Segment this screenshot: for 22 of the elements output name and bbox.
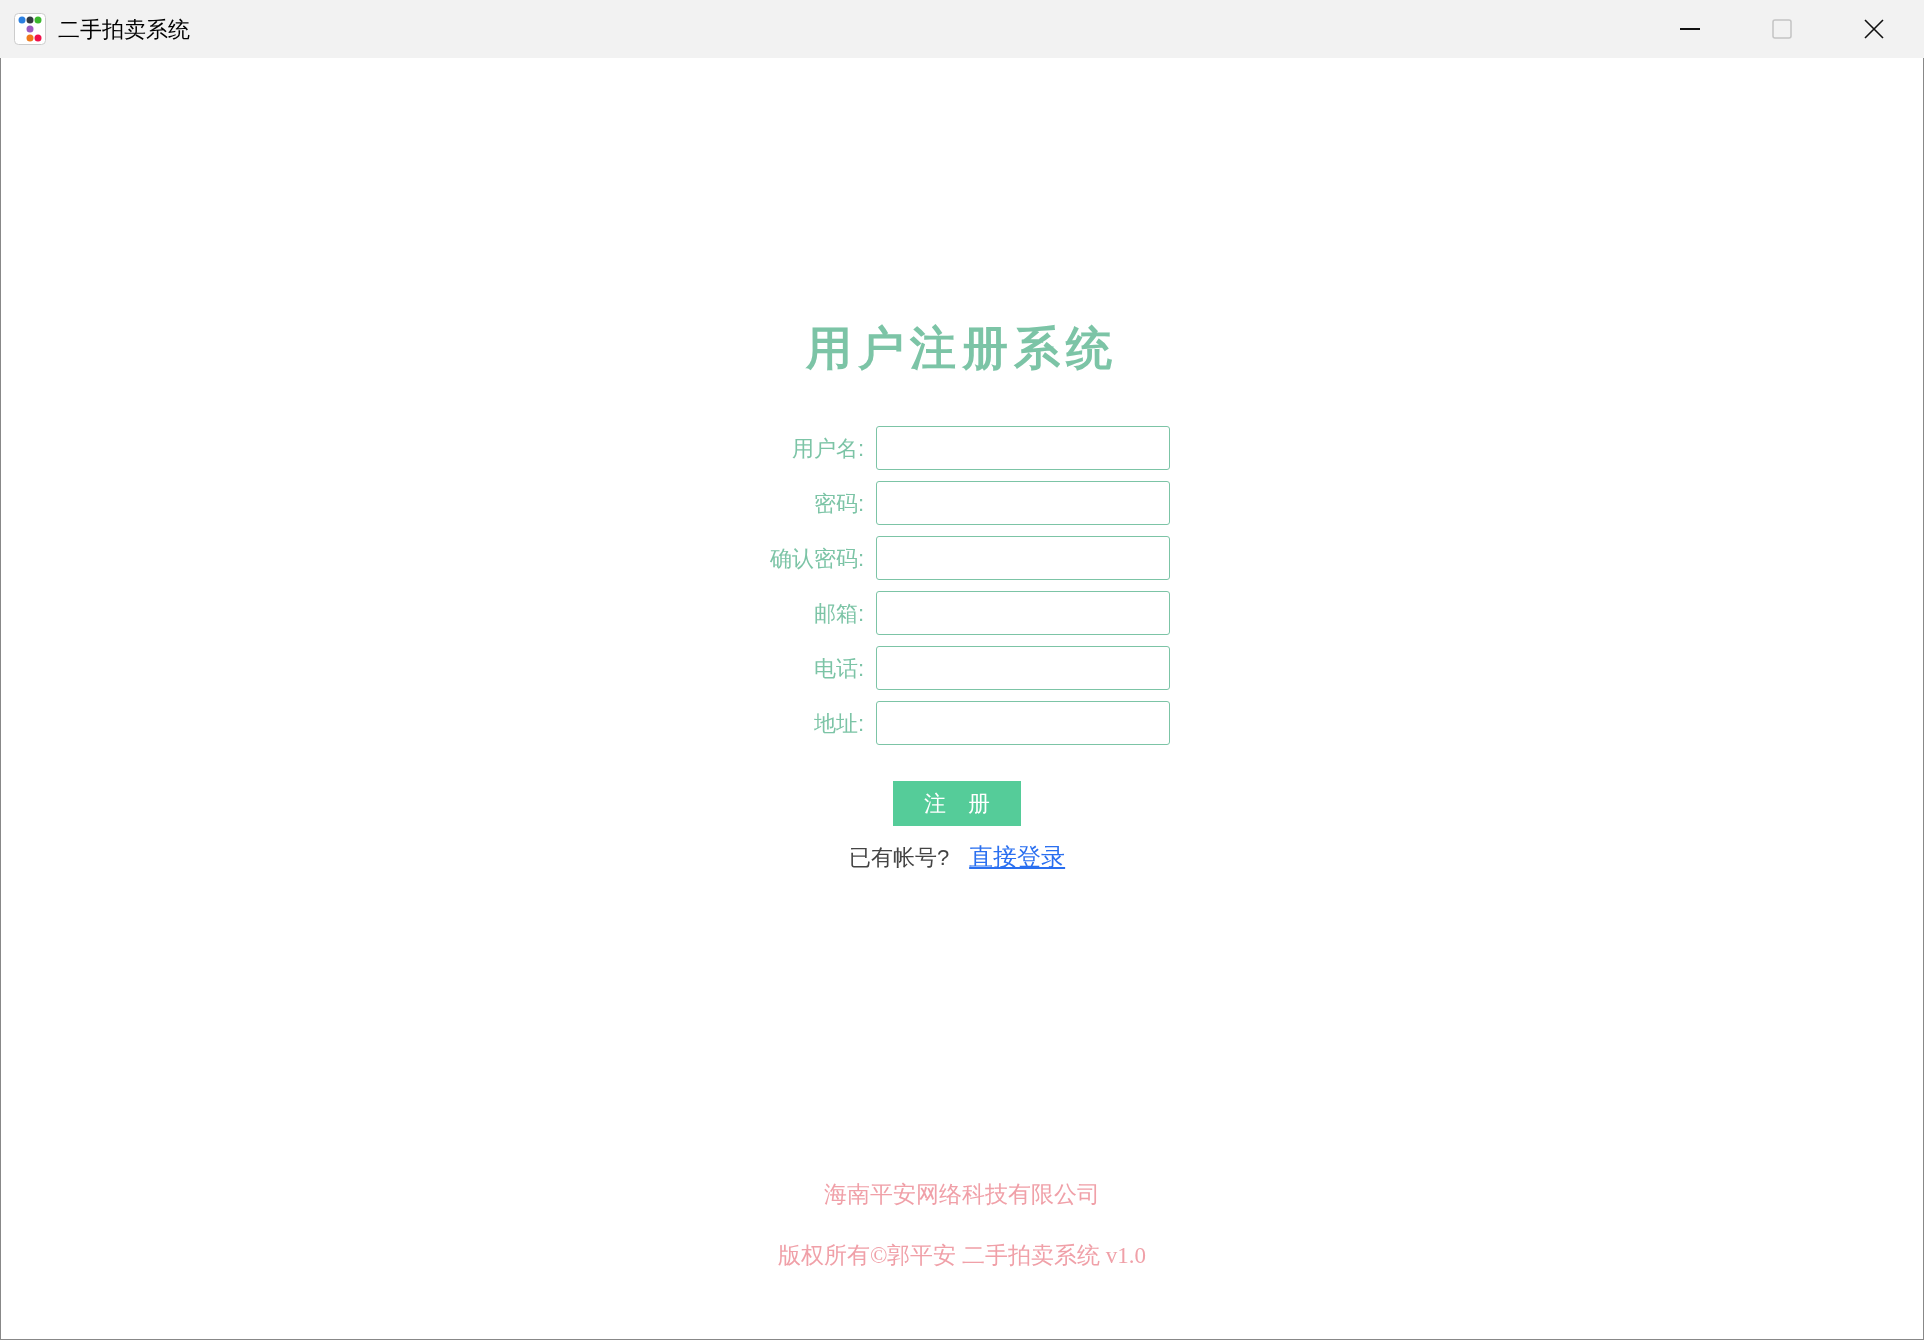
input-field[interactable] bbox=[876, 426, 1170, 470]
input-field[interactable] bbox=[876, 591, 1170, 635]
login-prompt: 已有帐号? bbox=[848, 843, 950, 872]
footer-text: 版权所有©郭平安 二手拍卖系统 v1.0 bbox=[777, 1241, 1147, 1270]
input-field[interactable] bbox=[876, 701, 1170, 745]
input-field[interactable] bbox=[876, 646, 1170, 690]
field-label: 邮箱: bbox=[812, 599, 864, 628]
field-label: 电话: bbox=[812, 654, 864, 683]
minimize-icon bbox=[1680, 28, 1700, 30]
field-label: 密码: bbox=[812, 489, 864, 518]
close-icon bbox=[1864, 19, 1884, 39]
window-title: 二手拍卖系统 bbox=[58, 15, 190, 44]
app-logo-icon bbox=[14, 13, 46, 45]
field-label: 地址: bbox=[812, 709, 864, 738]
input-field[interactable] bbox=[876, 536, 1170, 580]
field-label: 确认密码: bbox=[768, 544, 864, 573]
login-link[interactable]: 直接登录 bbox=[969, 839, 1066, 875]
maximize-icon bbox=[1772, 19, 1792, 39]
footer-text: 海南平安网络科技有限公司 bbox=[824, 1181, 1100, 1209]
field-label: 用户名: bbox=[790, 434, 864, 463]
input-field[interactable] bbox=[876, 481, 1170, 525]
page-heading: 用户注册系统 bbox=[806, 321, 1118, 376]
